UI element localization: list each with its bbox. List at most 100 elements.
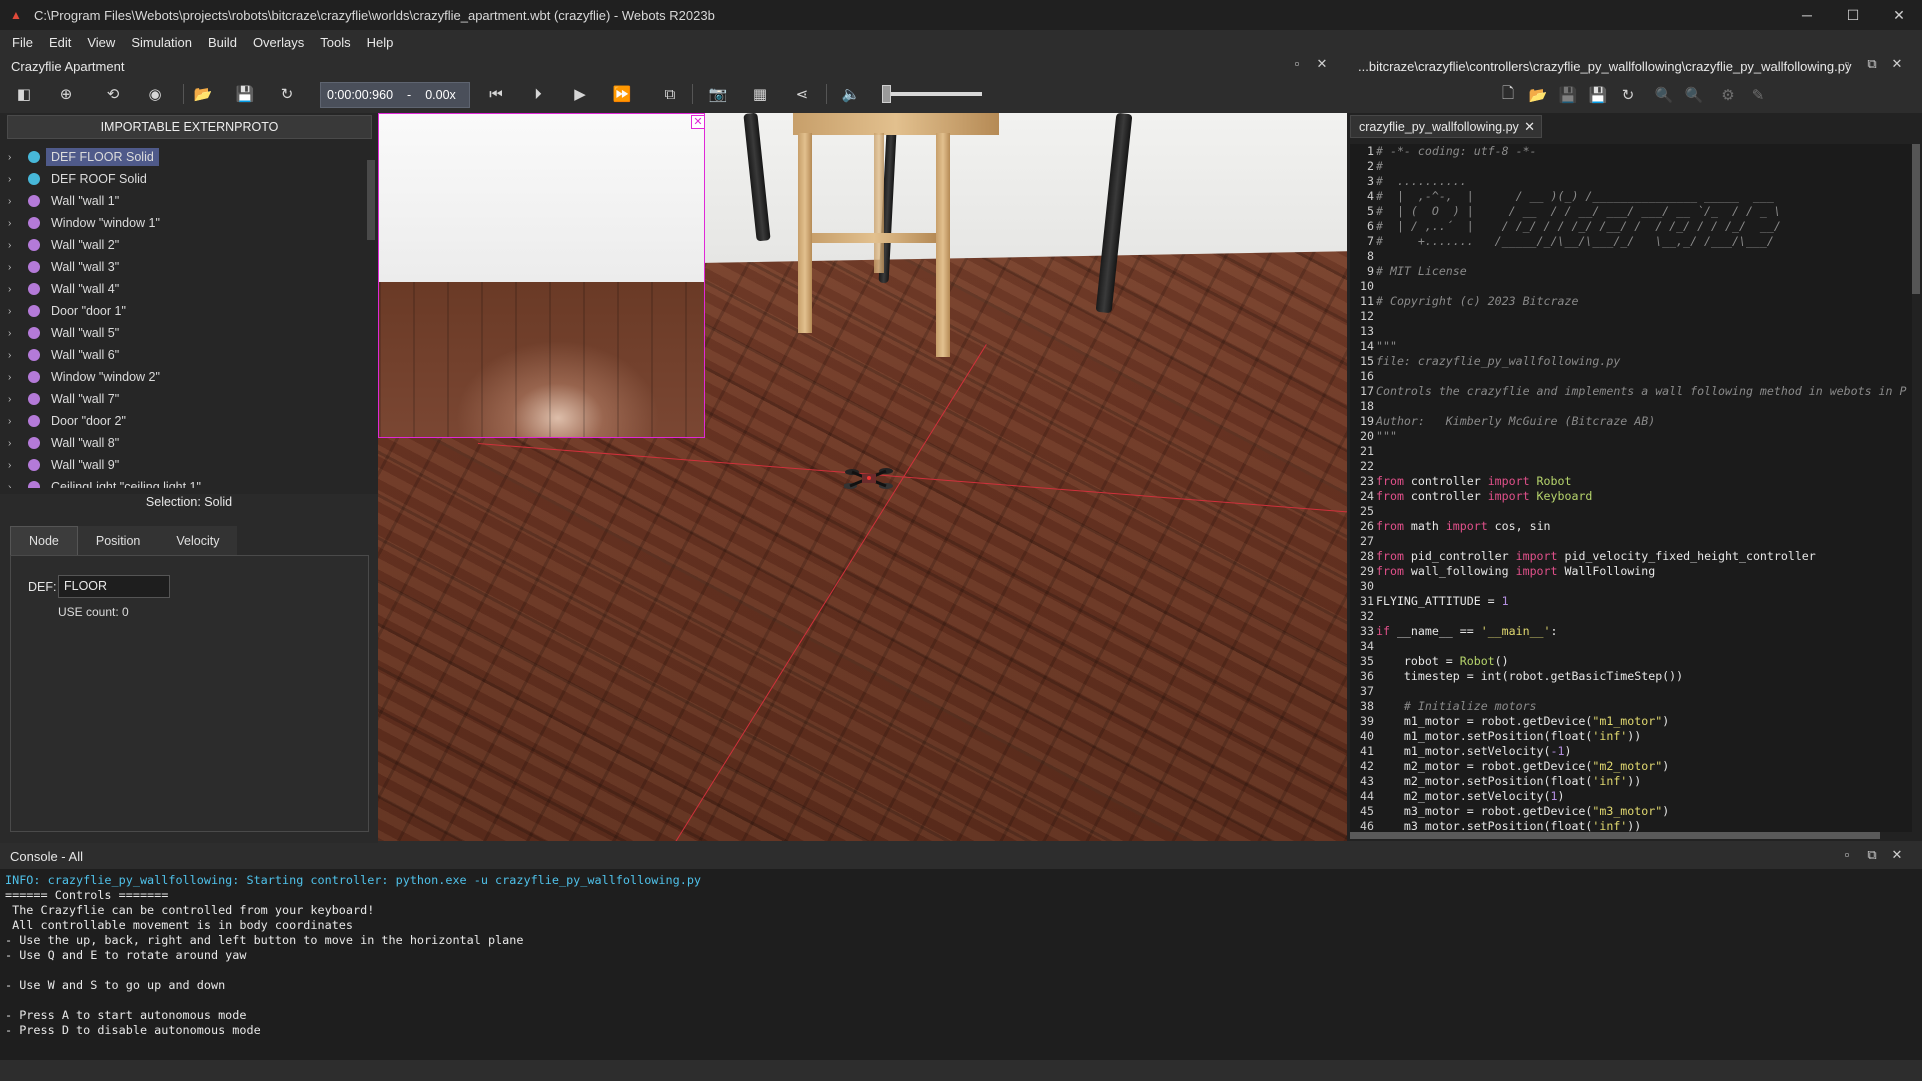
close-overlay-icon[interactable]: ✕ (691, 115, 704, 129)
clean-icon[interactable]: ✎ (1746, 84, 1770, 106)
expand-arrow-icon[interactable]: › (8, 218, 22, 229)
scene-tree-item[interactable]: › Wall "wall 4" (0, 278, 368, 300)
new-file-icon[interactable]: 🗋 (1496, 84, 1520, 106)
scene-tree-item[interactable]: › DEF FLOOR Solid (0, 146, 368, 168)
line-number: 20 (1360, 429, 1374, 443)
scene-tree-item[interactable]: › Window "window 1" (0, 212, 368, 234)
node-type-icon (28, 239, 40, 251)
volume-slider[interactable] (882, 85, 982, 103)
open-world-icon[interactable]: 📂 (190, 81, 216, 107)
menu-overlays[interactable]: Overlays (245, 35, 312, 50)
code-editor[interactable]: 1 # -*- coding: utf-8 -*- 2 #3 # .......... 4… (1350, 144, 1912, 832)
expand-arrow-icon[interactable]: › (8, 196, 22, 207)
mute-speaker-icon[interactable]: 🔈 (838, 81, 864, 107)
close-editor-icon[interactable]: ✕ (1888, 56, 1906, 72)
screenshot-camera-icon[interactable]: 📷 (705, 81, 731, 107)
menu-build[interactable]: Build (200, 35, 245, 50)
expand-arrow-icon[interactable]: › (8, 262, 22, 273)
step-icon[interactable]: ⏵ (525, 81, 551, 107)
scene-tree-item[interactable]: › CeilingLight "ceiling light 1" (0, 476, 368, 488)
revert-icon[interactable]: ↻ (1616, 84, 1640, 106)
tab-node[interactable]: Node (10, 526, 78, 555)
def-input[interactable]: FLOOR (58, 575, 170, 598)
reset-simulation-icon[interactable]: ⏮ (483, 81, 509, 107)
tab-position[interactable]: Position (77, 526, 159, 555)
expand-arrow-icon[interactable]: › (8, 306, 22, 317)
scene-tree-item[interactable]: › Wall "wall 3" (0, 256, 368, 278)
scene-tree-item[interactable]: › Door "door 2" (0, 410, 368, 432)
share-icon[interactable]: ⋖ (789, 81, 815, 107)
scene-tree-scrollbar[interactable] (367, 160, 375, 240)
editor-tab[interactable]: crazyflie_py_wallfollowing.py ✕ (1350, 115, 1542, 138)
expand-arrow-icon[interactable]: › (8, 350, 22, 361)
expand-arrow-icon[interactable]: › (8, 482, 22, 489)
scene-tree-item[interactable]: › DEF ROOF Solid (0, 168, 368, 190)
scene-tree-item[interactable]: › Door "door 1" (0, 300, 368, 322)
menu-help[interactable]: Help (359, 35, 402, 50)
scene-tree-item[interactable]: › Wall "wall 2" (0, 234, 368, 256)
editor-vertical-scrollbar[interactable] (1912, 144, 1920, 294)
float-console-icon[interactable]: ▫ (1838, 847, 1856, 862)
code-text: # | ( O ) | / __ / / __/ ___/ ___/ __ `/… (1376, 204, 1781, 219)
replace-icon[interactable]: 🔍 (1682, 84, 1706, 106)
open-file-icon[interactable]: 📂 (1526, 84, 1550, 106)
expand-arrow-icon[interactable]: › (8, 240, 22, 251)
menu-edit[interactable]: Edit (41, 35, 79, 50)
close-tab-icon[interactable]: ✕ (1524, 119, 1535, 135)
save-all-icon[interactable]: 💾 (1586, 84, 1610, 106)
code-line: 11 # Copyright (c) 2023 Bitcraze (1350, 294, 1912, 309)
volume-slider-handle[interactable] (882, 85, 891, 103)
expand-arrow-icon[interactable]: › (8, 460, 22, 471)
close-console-icon[interactable]: ✕ (1888, 847, 1906, 863)
scene-tree-item[interactable]: › Wall "wall 8" (0, 432, 368, 454)
scene-tree-item[interactable]: › Wall "wall 6" (0, 344, 368, 366)
build-gear-icon[interactable]: ⚙ (1716, 84, 1740, 106)
line-number: 6 (1367, 219, 1374, 233)
expand-arrow-icon[interactable]: › (8, 174, 22, 185)
expand-arrow-icon[interactable]: › (8, 394, 22, 405)
expand-arrow-icon[interactable]: › (8, 152, 22, 163)
scene-tree-item[interactable]: › Wall "wall 7" (0, 388, 368, 410)
scene-tree-item[interactable]: › Wall "wall 9" (0, 454, 368, 476)
toggle-scene-tree-icon[interactable]: ◧ (11, 81, 37, 107)
importable-externproto-button[interactable]: IMPORTABLE EXTERNPROTO (7, 115, 372, 139)
expand-arrow-icon[interactable]: › (8, 328, 22, 339)
scene-tree-item[interactable]: › Wall "wall 1" (0, 190, 368, 212)
close-window-icon[interactable]: ✕ (1876, 0, 1922, 30)
maximize-console-icon[interactable]: ⧉ (1863, 847, 1881, 863)
menu-simulation[interactable]: Simulation (123, 35, 200, 50)
3d-view[interactable]: ✕ (378, 113, 1347, 841)
add-node-icon[interactable]: ⊕ (53, 81, 79, 107)
menu-tools[interactable]: Tools (312, 35, 358, 50)
find-icon[interactable]: 🔍 (1652, 84, 1676, 106)
float-panel-icon[interactable]: ▫ (1288, 56, 1306, 71)
expand-arrow-icon[interactable]: › (8, 416, 22, 427)
save-world-icon[interactable]: 💾 (232, 81, 258, 107)
scene-tree-item[interactable]: › Window "window 2" (0, 366, 368, 388)
save-file-icon[interactable]: 💾 (1556, 84, 1580, 106)
play-icon[interactable]: ▶ (567, 81, 593, 107)
reset-node-icon[interactable]: ⟲ (100, 81, 126, 107)
visibility-eye-icon[interactable]: ◉ (142, 81, 168, 107)
record-movie-icon[interactable]: ▦ (747, 81, 773, 107)
scene-tree-item[interactable]: › Wall "wall 5" (0, 322, 368, 344)
crazyflie-drone[interactable] (844, 464, 894, 492)
menu-view[interactable]: View (79, 35, 123, 50)
expand-arrow-icon[interactable]: › (8, 284, 22, 295)
maximize-editor-icon[interactable]: ⧉ (1863, 56, 1881, 72)
minimize-icon[interactable]: ─ (1784, 0, 1830, 30)
editor-horizontal-scrollbar[interactable] (1350, 832, 1880, 839)
expand-arrow-icon[interactable]: › (8, 372, 22, 383)
maximize-icon[interactable]: ☐ (1830, 0, 1876, 30)
reload-world-icon[interactable]: ↻ (274, 81, 300, 107)
code-text: m2_motor.setVelocity(1) (1376, 789, 1565, 804)
expand-arrow-icon[interactable]: › (8, 438, 22, 449)
fast-forward-icon[interactable]: ⏩ (609, 81, 635, 107)
tab-velocity[interactable]: Velocity (158, 526, 238, 555)
rendering-icon[interactable]: ⧉ (657, 81, 683, 107)
float-editor-icon[interactable]: ▫ (1838, 56, 1856, 71)
close-panel-icon[interactable]: ✕ (1313, 56, 1331, 72)
camera-overlay[interactable]: ✕ (378, 113, 705, 438)
console-output[interactable]: INFO: crazyflie_py_wallfollowing: Starti… (5, 873, 1905, 1038)
menu-file[interactable]: File (4, 35, 41, 50)
